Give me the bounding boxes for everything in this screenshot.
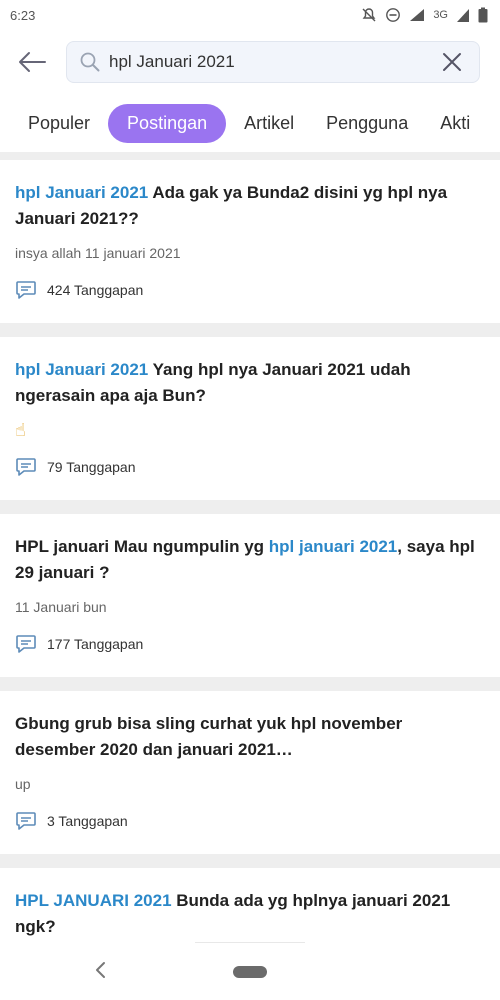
post-title[interactable]: hpl Januari 2021 Yang hpl nya Januari 20… (15, 357, 485, 409)
do-not-disturb-icon (386, 8, 401, 22)
divider (195, 942, 305, 943)
reply-row[interactable]: 424 Tanggapan (15, 279, 485, 301)
post-title[interactable]: HPL JANUARI 2021 Bunda ada yg hplnya jan… (15, 888, 485, 940)
post-title-highlight: hpl Januari 2021 (15, 360, 149, 379)
post-card[interactable]: hpl Januari 2021 Ada gak ya Bunda2 disin… (0, 160, 500, 323)
search-icon (80, 52, 100, 72)
tab-pengguna[interactable]: Pengguna (312, 105, 422, 142)
search-input[interactable] (109, 52, 437, 72)
reply-count: 177 Tanggapan (47, 636, 144, 652)
divider (0, 323, 500, 337)
clear-search-button[interactable] (437, 47, 467, 77)
divider (0, 854, 500, 868)
close-icon (443, 53, 461, 71)
tab-postingan[interactable]: Postingan (108, 103, 227, 143)
post-title[interactable]: HPL januari Mau ngumpulin yg hpl januari… (15, 534, 485, 586)
post-snippet: ☝ (15, 420, 26, 440)
post-title-text: HPL januari Mau ngumpulin yg (15, 537, 269, 556)
tab-populer[interactable]: Populer (14, 105, 104, 142)
post-title-highlight: hpl Januari 2021 (15, 183, 149, 202)
chevron-left-icon[interactable] (92, 960, 110, 980)
post-title-highlight: HPL JANUARI 2021 (15, 891, 172, 910)
reply-count: 79 Tanggapan (47, 459, 136, 475)
status-icons: 3G (361, 7, 488, 23)
search-box[interactable] (66, 41, 480, 83)
comment-icon (16, 635, 36, 653)
post-snippet: insya allah 11 januari 2021 (15, 245, 181, 261)
post-card[interactable]: hpl Januari 2021 Yang hpl nya Januari 20… (0, 337, 500, 500)
comment-icon (16, 281, 36, 299)
post-card[interactable]: HPL januari Mau ngumpulin yg hpl januari… (0, 514, 500, 677)
post-card[interactable]: Gbung grub bisa sling curhat yuk hpl nov… (0, 691, 500, 854)
cell-signal-icon (457, 9, 469, 22)
search-header (0, 38, 500, 86)
network-type: 3G (433, 9, 448, 21)
status-time: 6:23 (10, 7, 36, 23)
post-snippet: 11 Januari bun (15, 599, 107, 615)
post-list: hpl Januari 2021 Ada gak ya Bunda2 disin… (0, 152, 500, 948)
post-title[interactable]: Gbung grub bisa sling curhat yuk hpl nov… (15, 711, 485, 763)
category-tabs: Populer Postingan Artikel Pengguna Akti (0, 100, 500, 146)
comment-icon (16, 812, 36, 830)
reply-row[interactable]: 177 Tanggapan (15, 633, 485, 655)
divider (0, 677, 500, 691)
home-button[interactable] (233, 966, 267, 978)
arrow-left-icon (19, 52, 46, 72)
battery-icon (478, 7, 488, 23)
wifi-signal-icon (410, 9, 425, 21)
post-title-highlight: hpl januari 2021 (268, 537, 398, 556)
divider (0, 500, 500, 514)
back-button[interactable] (0, 38, 64, 86)
post-snippet: up (15, 776, 31, 792)
post-card[interactable]: HPL JANUARI 2021 Bunda ada yg hplnya jan… (0, 868, 500, 948)
tab-aktivitas[interactable]: Akti (426, 105, 484, 142)
reply-count: 3 Tanggapan (47, 813, 128, 829)
reply-row[interactable]: 79 Tanggapan (15, 456, 485, 478)
comment-icon (16, 458, 36, 476)
divider (0, 152, 500, 160)
reply-row[interactable]: 3 Tanggapan (15, 810, 485, 832)
tab-artikel[interactable]: Artikel (230, 105, 308, 142)
post-title[interactable]: hpl Januari 2021 Ada gak ya Bunda2 disin… (15, 180, 485, 232)
navigation-bar (0, 942, 500, 1000)
notifications-off-icon (362, 8, 376, 22)
reply-count: 424 Tanggapan (47, 282, 144, 298)
status-bar: 6:23 3G (0, 0, 500, 30)
